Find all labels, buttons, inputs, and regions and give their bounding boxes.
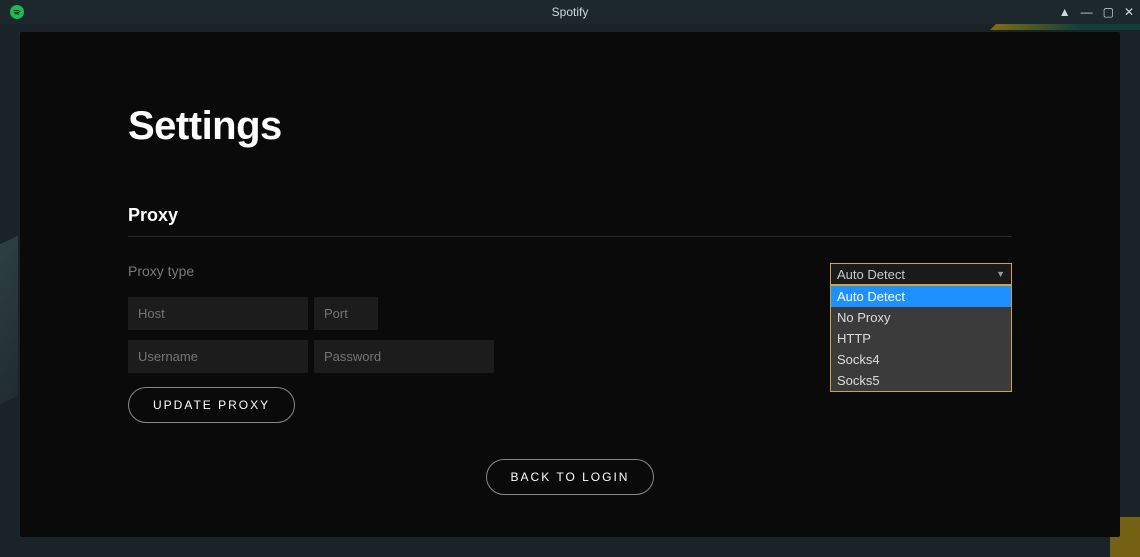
bg-accent <box>0 236 18 404</box>
proxy-type-value: Auto Detect <box>837 267 905 282</box>
close-button[interactable]: ✕ <box>1124 6 1134 18</box>
option-socks5[interactable]: Socks5 <box>831 370 1011 391</box>
maximize-button[interactable]: ▢ <box>1103 6 1114 18</box>
proxy-type-label: Proxy type <box>128 263 494 279</box>
page-title: Settings <box>128 104 1012 149</box>
proxy-type-select[interactable]: Auto Detect ▼ <box>830 263 1012 285</box>
option-http[interactable]: HTTP <box>831 328 1011 349</box>
username-input[interactable] <box>128 340 308 373</box>
password-input[interactable] <box>314 340 494 373</box>
option-auto-detect[interactable]: Auto Detect <box>831 286 1011 307</box>
minimize-button[interactable]: — <box>1081 6 1093 18</box>
window-title: Spotify <box>0 5 1140 19</box>
titlebar: Spotify ▲ — ▢ ✕ <box>0 0 1140 24</box>
window-controls: ▲ — ▢ ✕ <box>1059 6 1134 18</box>
port-input[interactable] <box>314 297 378 330</box>
section-title: Proxy <box>128 205 1012 237</box>
update-proxy-button[interactable]: UPDATE PROXY <box>128 387 295 423</box>
chevron-down-icon: ▼ <box>996 269 1005 279</box>
spotify-icon <box>10 5 24 19</box>
back-to-login-button[interactable]: BACK TO LOGIN <box>486 459 655 495</box>
app-content: Settings Proxy Proxy type UPDATE PROXY A… <box>20 32 1120 537</box>
option-socks4[interactable]: Socks4 <box>831 349 1011 370</box>
host-input[interactable] <box>128 297 308 330</box>
proxy-type-dropdown: Auto Detect No Proxy HTTP Socks4 Socks5 <box>830 285 1012 392</box>
dropdown-icon[interactable]: ▲ <box>1059 6 1071 18</box>
option-no-proxy[interactable]: No Proxy <box>831 307 1011 328</box>
